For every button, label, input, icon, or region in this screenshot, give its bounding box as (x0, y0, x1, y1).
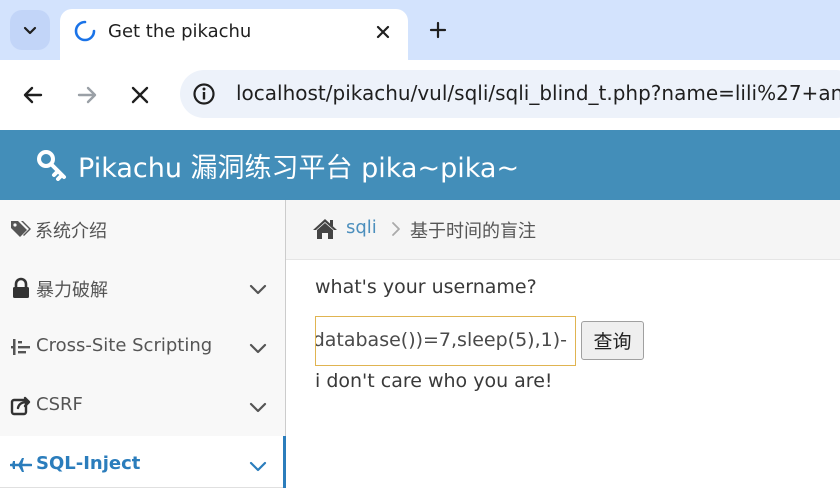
chevron-down-icon (249, 402, 267, 413)
lock-icon (13, 277, 29, 298)
chevron-right-icon (392, 222, 400, 236)
back-button[interactable] (15, 77, 51, 113)
browser-tab-strip: Get the pikachu (0, 0, 840, 60)
share-icon (10, 396, 31, 416)
stop-loading-button[interactable] (122, 77, 158, 113)
new-tab-button[interactable] (420, 12, 456, 48)
close-icon (131, 86, 149, 104)
query-button[interactable]: 查询 (581, 321, 644, 360)
breadcrumb-current: 基于时间的盲注 (410, 221, 536, 242)
breadcrumb: sqli 基于时间的盲注 (286, 200, 840, 260)
tab-close-button[interactable] (370, 19, 396, 45)
sidebar-item-brute-force[interactable]: 暴力破解 (0, 259, 285, 319)
sidebar-item-label: 系统介绍 (35, 221, 107, 242)
tags-icon (11, 221, 31, 237)
forward-button[interactable] (69, 77, 105, 113)
chevron-down-icon (249, 284, 267, 295)
sidebar-item-xss[interactable]: Cross-Site Scripting (0, 318, 285, 378)
sidebar-item-intro[interactable]: 系统介绍 (0, 200, 285, 260)
plane-icon (10, 458, 32, 472)
browser-tab[interactable]: Get the pikachu (60, 9, 408, 60)
username-prompt: what's your username? (315, 276, 537, 298)
active-indicator (283, 436, 286, 488)
chevron-down-icon (249, 461, 267, 472)
indent-icon (11, 339, 30, 355)
username-input-value: database())=7,sleep(5),1)- (315, 329, 567, 351)
chevron-down-icon (249, 343, 267, 354)
plus-icon (429, 21, 447, 39)
address-bar[interactable]: localhost/pikachu/vul/sqli/sqli_blind_t.… (180, 70, 840, 118)
sidebar: 系统介绍 暴力破解 Cross-Site Scripting CSRF SQL-… (0, 200, 286, 488)
url-text: localhost/pikachu/vul/sqli/sqli_blind_t.… (236, 81, 840, 105)
info-icon[interactable] (192, 82, 216, 106)
tab-title: Get the pikachu (108, 21, 252, 42)
arrow-left-icon (23, 86, 43, 104)
tab-search-button[interactable] (10, 10, 50, 50)
username-input[interactable]: database())=7,sleep(5),1)- (315, 316, 576, 366)
chevron-down-icon (23, 26, 37, 35)
result-message: i don't care who you are! (315, 370, 553, 392)
sidebar-item-sql-inject[interactable]: SQL-Inject (0, 436, 286, 488)
loading-spinner-icon (74, 20, 96, 42)
sidebar-item-label: SQL-Inject (36, 453, 141, 474)
brand-title[interactable]: Pikachu 漏洞练习平台 pika~pika~ (78, 146, 519, 185)
browser-toolbar: localhost/pikachu/vul/sqli/sqli_blind_t.… (0, 60, 840, 130)
sidebar-item-label: 暴力破解 (36, 280, 108, 301)
sidebar-item-label: Cross-Site Scripting (36, 335, 213, 356)
arrow-right-icon (77, 86, 97, 104)
close-icon (376, 25, 390, 39)
sidebar-item-label: CSRF (36, 394, 83, 415)
sidebar-item-csrf[interactable]: CSRF (0, 377, 285, 437)
key-icon (37, 150, 66, 181)
site-header: Pikachu 漏洞练习平台 pika~pika~ (0, 130, 840, 200)
home-icon[interactable] (312, 217, 338, 241)
breadcrumb-link[interactable]: sqli (346, 217, 377, 238)
